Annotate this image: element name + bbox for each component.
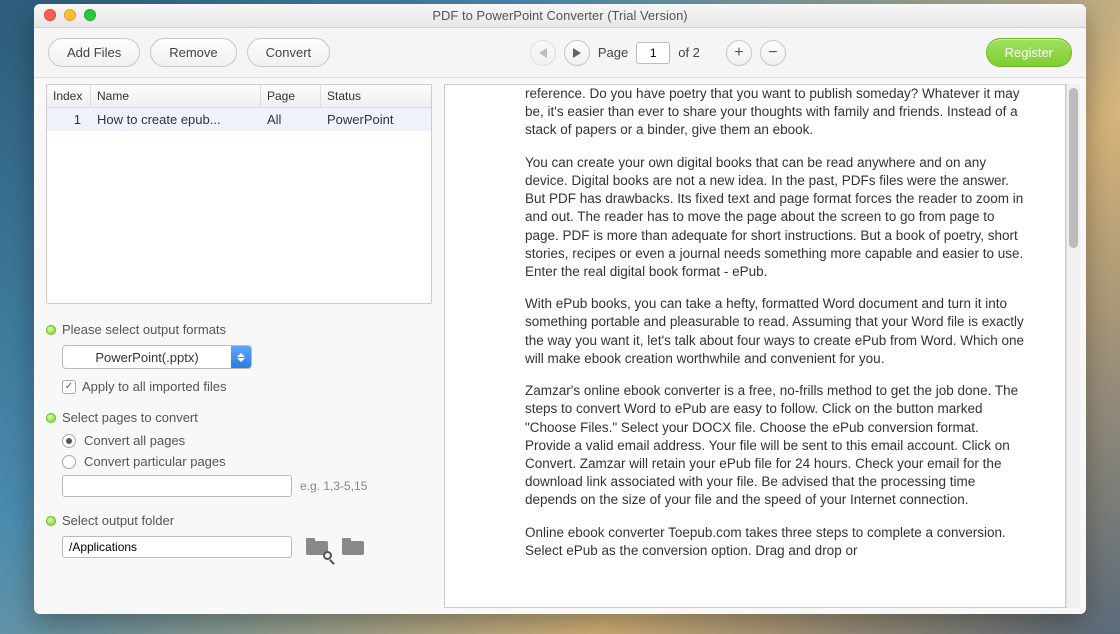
left-panel: Index Name Page Status 1 How to create e… [34,78,444,614]
bullet-icon [46,413,56,423]
triangle-left-icon [539,48,547,58]
col-header-page[interactable]: Page [261,85,321,107]
toolbar: Add Files Remove Convert Page of 2 + − R… [34,28,1086,78]
convert-button[interactable]: Convert [247,38,331,67]
page-range-hint: e.g. 1,3-5,15 [300,479,367,493]
next-page-button[interactable] [564,40,590,66]
output-format-value: PowerPoint(.pptx) [63,350,231,365]
output-format-group: Please select output formats PowerPoint(… [46,322,432,394]
right-panel: reference. Do you have poetry that you w… [444,78,1086,614]
paragraph: Zamzar's online ebook converter is a fre… [525,382,1025,510]
app-window: PDF to PowerPoint Converter (Trial Versi… [34,4,1086,614]
pages-group: Select pages to convert Convert all page… [46,410,432,497]
output-folder-label: Select output folder [62,513,174,528]
apply-all-label: Apply to all imported files [82,379,227,394]
scrollbar-thumb[interactable] [1069,88,1078,248]
convert-all-radio[interactable] [62,434,76,448]
convert-all-label: Convert all pages [84,433,185,448]
reveal-folder-button[interactable] [306,538,328,556]
page-total-label: of 2 [678,45,700,60]
register-button[interactable]: Register [986,38,1072,67]
minus-icon: − [768,45,777,61]
paragraph: With ePub books, you can take a hefty, f… [525,295,1025,368]
zoom-out-button[interactable]: − [760,40,786,66]
prev-page-button[interactable] [530,40,556,66]
triangle-right-icon [573,48,581,58]
cell-index: 1 [47,108,91,131]
content-area: Index Name Page Status 1 How to create e… [34,78,1086,614]
preview-pane[interactable]: reference. Do you have poetry that you w… [444,84,1066,608]
page-range-input[interactable] [62,475,292,497]
pages-label: Select pages to convert [62,410,198,425]
paragraph: Online ebook converter Toepub.com takes … [525,524,1025,560]
col-header-name[interactable]: Name [91,85,261,107]
plus-icon: + [734,45,743,61]
apply-all-checkbox[interactable]: ✓ [62,380,76,394]
convert-particular-label: Convert particular pages [84,454,226,469]
cell-name: How to create epub... [91,108,261,131]
file-table: Index Name Page Status 1 How to create e… [46,84,432,304]
output-folder-group: Select output folder [46,513,432,558]
convert-particular-radio[interactable] [62,455,76,469]
document-content: reference. Do you have poetry that you w… [445,85,1065,608]
output-format-label: Please select output formats [62,322,226,337]
minimize-window-button[interactable] [64,9,76,21]
table-header-row: Index Name Page Status [47,85,431,108]
paragraph: You can create your own digital books th… [525,154,1025,282]
preview-scrollbar[interactable] [1066,84,1080,608]
page-label: Page [598,45,628,60]
titlebar: PDF to PowerPoint Converter (Trial Versi… [34,4,1086,28]
pager: Page of 2 + − [530,40,786,66]
zoom-window-button[interactable] [84,9,96,21]
paragraph: reference. Do you have poetry that you w… [525,85,1025,140]
bullet-icon [46,325,56,335]
cell-page: All [261,108,321,131]
choose-folder-button[interactable] [342,538,364,556]
close-window-button[interactable] [44,9,56,21]
col-header-status[interactable]: Status [321,85,431,107]
add-files-button[interactable]: Add Files [48,38,140,67]
bullet-icon [46,516,56,526]
zoom-in-button[interactable]: + [726,40,752,66]
col-header-index[interactable]: Index [47,85,91,107]
table-row[interactable]: 1 How to create epub... All PowerPoint [47,108,431,131]
window-title: PDF to PowerPoint Converter (Trial Versi… [432,8,687,23]
output-folder-input[interactable] [62,536,292,558]
page-number-input[interactable] [636,42,670,64]
cell-status: PowerPoint [321,108,431,131]
remove-button[interactable]: Remove [150,38,236,67]
select-arrows-icon [231,346,251,368]
window-controls [44,9,96,21]
output-format-select[interactable]: PowerPoint(.pptx) [62,345,252,369]
